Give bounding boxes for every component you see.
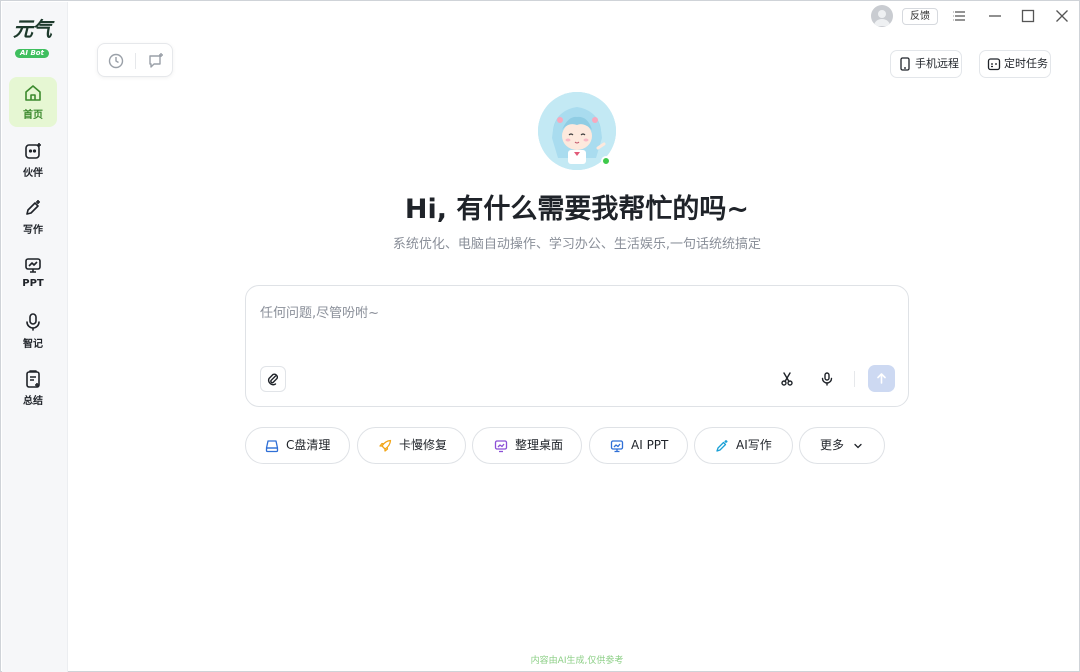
feedback-button[interactable]: 反馈 [902,8,938,25]
user-icon [874,10,890,26]
chip-ai-write[interactable]: AI写作 [694,427,793,464]
sidebar-item-label: 伙伴 [23,168,43,179]
online-status-dot [601,156,611,166]
divider [135,53,136,69]
minimize-icon[interactable] [988,9,1002,23]
summary-icon [26,370,40,388]
attach-button[interactable] [260,366,286,392]
home-icon [25,85,41,101]
write-icon [716,440,728,452]
phone-icon [900,57,910,71]
scissors-icon[interactable] [780,372,794,386]
user-avatar[interactable] [871,5,893,27]
page-title: Hi, 有什么需要我帮忙的吗~ [404,194,750,225]
rocket-icon [379,439,392,452]
partner-icon [25,143,41,159]
desktop-icon [494,440,508,453]
chip-c-drive-clean[interactable]: C盘清理 [245,427,350,464]
close-icon[interactable] [1055,9,1069,23]
chip-desktop-organize[interactable]: 整理桌面 [472,427,582,464]
scheduled-task-button[interactable]: 定时任务 [979,50,1051,78]
scheduled-task-label: 定时任务 [1004,57,1048,70]
sidebar-item-label: 首页 [23,110,43,121]
send-button[interactable] [868,365,895,392]
ppt-icon [610,440,624,453]
chip-more[interactable]: 更多 [799,427,885,464]
chat-input[interactable] [260,302,890,342]
sidebar: 元气 AI Bot 首页 伙伴 写作 PPT 智记 总结 [2,2,68,672]
chip-label: AI写作 [736,438,772,452]
chip-label: 整理桌面 [515,438,564,452]
chip-label: AI PPT [631,438,669,452]
maximize-icon[interactable] [1021,9,1035,23]
sidebar-item-summary[interactable]: 总结 [9,363,57,413]
chip-ai-ppt[interactable]: AI PPT [589,427,688,464]
sidebar-item-label: 总结 [23,396,43,407]
calendar-icon [987,58,1001,71]
history-toolbar [97,43,173,77]
ppt-icon [25,258,41,273]
logo-badge: AI Bot [15,49,49,58]
divider [854,371,855,387]
sidebar-item-home[interactable]: 首页 [9,77,57,127]
sidebar-item-label: 智记 [23,339,43,350]
phone-remote-label: 手机远程 [915,57,959,70]
sidebar-item-partner[interactable]: 伙伴 [9,135,57,185]
paperclip-icon [268,373,278,386]
app-window: 元气 AI Bot 首页 伙伴 写作 PPT 智记 总结 反馈 手机远程 定时任… [0,0,1080,672]
logo-text: 元气 [13,17,52,41]
mic-icon [26,313,40,331]
page-subtitle: 系统优化、电脑自动操作、学习办公、生活娱乐,一句话统统搞定 [392,237,762,252]
chip-label: C盘清理 [286,438,331,452]
chip-label: 卡慢修复 [399,438,448,452]
chevron-down-icon [854,443,862,449]
sidebar-item-label: PPT [22,278,44,289]
microphone-icon[interactable] [820,372,834,386]
chip-label: 更多 [820,438,845,452]
chip-lag-fix[interactable]: 卡慢修复 [357,427,466,464]
arrow-up-icon [877,373,886,384]
sidebar-item-ppt[interactable]: PPT [9,249,57,299]
history-icon[interactable] [107,52,125,70]
phone-remote-button[interactable]: 手机远程 [890,50,962,78]
chat-composer [245,285,909,407]
sidebar-item-write[interactable]: 写作 [9,192,57,242]
menu-icon[interactable] [953,9,967,23]
new-chat-icon[interactable] [147,52,165,70]
ai-disclaimer: 内容由AI生成,仅供参考 [530,656,624,666]
sidebar-item-notes[interactable]: 智记 [9,306,57,356]
write-icon [26,200,40,215]
sidebar-item-label: 写作 [23,225,43,236]
app-logo: 元气 AI Bot [10,18,54,60]
drive-icon [265,440,279,453]
